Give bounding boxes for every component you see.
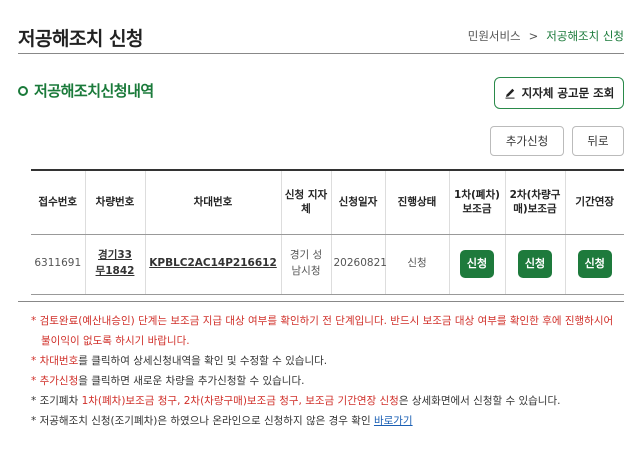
note-add-text: 을 클릭하면 새로운 차량을 추가신청할 수 있습니다.	[78, 375, 305, 387]
col-header-region: 신청 지자체	[280, 169, 331, 235]
note-review-continued: 불이익이 없도록 하시기 바랍니다.	[41, 335, 190, 347]
col-header-first-subsidy: 1차(폐차)보조금	[448, 169, 505, 235]
note-subsidy: * 조기폐차 1차(폐차)보조금 청구, 2차(차량구매)보조금 청구, 보조금…	[31, 391, 626, 411]
col-header-plate-no: 차량번호	[84, 169, 145, 235]
add-application-button[interactable]: 추가신청	[490, 126, 564, 156]
cell-vin[interactable]: KPBLC2AC14P216612	[144, 234, 281, 295]
note-review-text: 검토완료(예산내승인) 단계는 보조금 지급 대상 여부를 확인하기 전 단계입…	[39, 315, 614, 327]
second-subsidy-apply-button[interactable]: 신청	[518, 250, 552, 278]
cell-second-subsidy: 신청	[504, 234, 565, 295]
col-header-receipt-no: 접수번호	[31, 169, 85, 235]
notes-divider	[18, 301, 624, 302]
notes-list: * 검토완료(예산내승인) 단계는 보조금 지급 대상 여부를 확인하기 전 단…	[31, 311, 626, 431]
cell-receipt-no: 6311691	[31, 234, 85, 295]
vin-link[interactable]: KPBLC2AC14P216612	[149, 257, 277, 269]
note-subsidy-text: 은 상세화면에서 신청할 수 있습니다.	[398, 395, 561, 407]
note-offline: * 저공해조치 신청(조기폐차)은 하였으나 온라인으로 신청하지 않은 경우 …	[31, 411, 626, 431]
cell-date: 20260821	[330, 234, 387, 295]
section-header: 저공해조치신청내역	[18, 80, 154, 101]
plate-line-1: 경기33	[98, 249, 132, 262]
region-line-1: 경기 성	[289, 249, 323, 262]
col-header-vin: 차대번호	[144, 169, 281, 235]
note-review-warning: * 검토완료(예산내승인) 단계는 보조금 지급 대상 여부를 확인하기 전 단…	[31, 315, 614, 327]
notice-lookup-button[interactable]: 지자체 공고문 조회	[494, 77, 624, 109]
application-table: 접수번호 차량번호 차대번호 신청 지자체 신청일자 진행상태 1차(폐차)보조…	[31, 169, 624, 295]
cell-first-subsidy: 신청	[448, 234, 505, 295]
cell-region: 경기 성남시청	[280, 234, 331, 295]
breadcrumb-separator: >	[528, 29, 539, 43]
page-title: 저공해조치 신청	[18, 28, 143, 50]
region-line-2: 남시청	[291, 265, 321, 277]
note-vin-text: 를 클릭하여 상세신청내역을 확인 및 수정할 수 있습니다.	[78, 355, 328, 367]
col-header-date: 신청일자	[330, 169, 385, 235]
note-vin: * 차대번호를 클릭하여 상세신청내역을 확인 및 수정할 수 있습니다.	[31, 355, 328, 367]
section-title: 저공해조치신청내역	[34, 82, 154, 100]
back-button[interactable]: 뒤로	[572, 126, 624, 156]
breadcrumb-item-current: 저공해조치 신청	[546, 29, 624, 43]
note-subsidy-keyword: 1차(폐차)보조금 청구, 2차(차량구매)보조금 청구, 보조금 기간연장 신…	[81, 395, 399, 407]
notice-lookup-label: 지자체 공고문 조회	[521, 86, 615, 100]
circle-bullet-icon	[18, 85, 28, 96]
title-divider	[18, 53, 624, 54]
table-row: 6311691 경기33 무1842 KPBLC2AC14P216612 경기 성…	[31, 234, 624, 295]
first-subsidy-apply-button[interactable]: 신청	[460, 250, 494, 278]
note-add-keyword: 추가신청	[39, 375, 79, 387]
breadcrumb: 민원서비스 > 저공해조치 신청	[468, 28, 624, 44]
cell-status: 신청	[384, 234, 449, 295]
goto-link[interactable]: 바로가기	[374, 415, 413, 427]
pencil-icon	[505, 88, 515, 99]
note-add: * 추가신청을 클릭하면 새로운 차량을 추가신청할 수 있습니다.	[31, 375, 305, 387]
cell-extension: 신청	[564, 234, 624, 295]
cell-plate-no[interactable]: 경기33 무1842	[84, 234, 145, 295]
plate-no-link[interactable]: 경기33 무1842	[96, 249, 135, 277]
note-subsidy-prefix: * 조기폐차	[31, 395, 82, 407]
col-header-extension: 기간연장	[564, 169, 624, 235]
extension-apply-button[interactable]: 신청	[577, 250, 612, 278]
breadcrumb-item-civil-service[interactable]: 민원서비스	[468, 28, 521, 44]
col-header-second-subsidy: 2차(차량구매)보조금	[504, 169, 565, 235]
col-header-status: 진행상태	[384, 169, 449, 235]
note-vin-keyword: 차대번호	[39, 355, 79, 367]
note-offline-text: * 저공해조치 신청(조기폐차)은 하였으나 온라인으로 신청하지 않은 경우 …	[31, 415, 374, 427]
plate-line-2: 무1842	[95, 265, 135, 277]
table-header-row: 접수번호 차량번호 차대번호 신청 지자체 신청일자 진행상태 1차(폐차)보조…	[31, 169, 624, 235]
